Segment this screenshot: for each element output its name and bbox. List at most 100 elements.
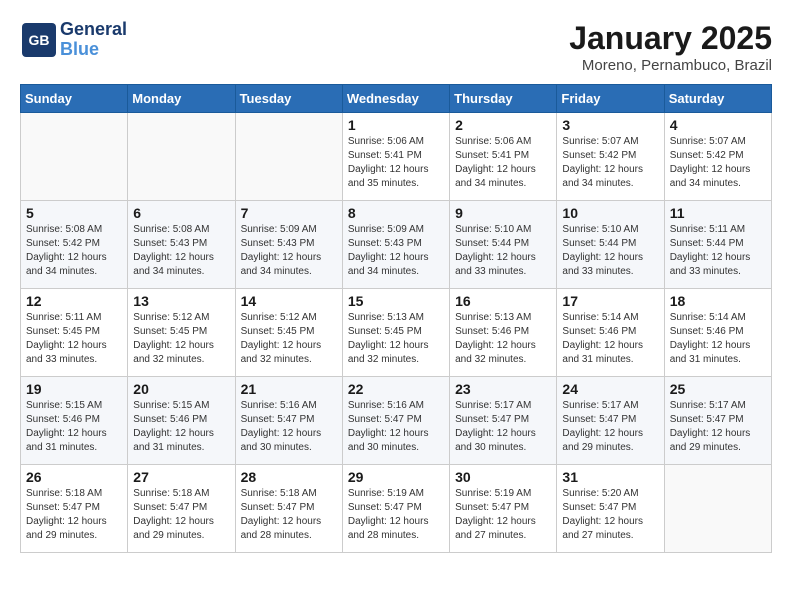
week-row-3: 12Sunrise: 5:11 AM Sunset: 5:45 PM Dayli… bbox=[21, 289, 772, 377]
calendar-header: Sunday Monday Tuesday Wednesday Thursday… bbox=[21, 85, 772, 113]
day-number: 29 bbox=[348, 469, 444, 485]
day-info: Sunrise: 5:10 AM Sunset: 5:44 PM Dayligh… bbox=[562, 223, 658, 279]
day-info: Sunrise: 5:10 AM Sunset: 5:44 PM Dayligh… bbox=[455, 223, 551, 279]
calendar-cell bbox=[128, 113, 235, 201]
calendar-cell: 7 Sunrise: 5:09 AM Sunset: 5:43 PM Daylig… bbox=[235, 201, 342, 289]
calendar-title: January 2025 bbox=[569, 20, 772, 57]
header-sunday: Sunday bbox=[21, 85, 128, 113]
header: GB General Blue January 2025 Moreno, Per… bbox=[20, 20, 772, 74]
calendar-body: 1 Sunrise: 5:06 AM Sunset: 5:41 PM Daylig… bbox=[21, 113, 772, 553]
day-number: 28 bbox=[241, 469, 337, 485]
calendar-cell: 27 Sunrise: 5:18 AM Sunset: 5:47 PM Dayli… bbox=[128, 465, 235, 553]
day-info: Sunrise: 5:14 AM Sunset: 5:46 PM Dayligh… bbox=[562, 311, 658, 367]
header-friday: Friday bbox=[557, 85, 664, 113]
calendar-table: Sunday Monday Tuesday Wednesday Thursday… bbox=[20, 84, 772, 553]
logo-icon: GB bbox=[20, 21, 58, 59]
week-row-2: 5Sunrise: 5:08 AM Sunset: 5:42 PM Daylig… bbox=[21, 201, 772, 289]
day-number: 8 bbox=[348, 205, 444, 221]
calendar-cell: 16 Sunrise: 5:13 AM Sunset: 5:46 PM Dayli… bbox=[450, 289, 557, 377]
week-row-5: 26Sunrise: 5:18 AM Sunset: 5:47 PM Dayli… bbox=[21, 465, 772, 553]
calendar-cell: 18Sunrise: 5:14 AM Sunset: 5:46 PM Dayli… bbox=[664, 289, 771, 377]
day-info: Sunrise: 5:19 AM Sunset: 5:47 PM Dayligh… bbox=[348, 487, 444, 543]
day-number: 25 bbox=[670, 381, 766, 397]
day-number: 17 bbox=[562, 293, 658, 309]
calendar-cell: 3Sunrise: 5:07 AM Sunset: 5:42 PM Daylig… bbox=[557, 113, 664, 201]
logo-line1: General bbox=[60, 20, 127, 40]
day-info: Sunrise: 5:18 AM Sunset: 5:47 PM Dayligh… bbox=[241, 487, 337, 543]
day-number: 1 bbox=[348, 117, 444, 133]
calendar-cell: 5Sunrise: 5:08 AM Sunset: 5:42 PM Daylig… bbox=[21, 201, 128, 289]
svg-text:GB: GB bbox=[29, 32, 50, 48]
calendar-cell: 29 Sunrise: 5:19 AM Sunset: 5:47 PM Dayli… bbox=[342, 465, 449, 553]
header-monday: Monday bbox=[128, 85, 235, 113]
calendar-cell: 2Sunrise: 5:06 AM Sunset: 5:41 PM Daylig… bbox=[450, 113, 557, 201]
calendar-cell: 17 Sunrise: 5:14 AM Sunset: 5:46 PM Dayli… bbox=[557, 289, 664, 377]
day-number: 19 bbox=[26, 381, 122, 397]
calendar-cell: 19 Sunrise: 5:15 AM Sunset: 5:46 PM Dayli… bbox=[21, 377, 128, 465]
day-info: Sunrise: 5:11 AM Sunset: 5:44 PM Dayligh… bbox=[670, 223, 766, 279]
day-number: 6 bbox=[133, 205, 229, 221]
calendar-cell: 14 Sunrise: 5:12 AM Sunset: 5:45 PM Dayli… bbox=[235, 289, 342, 377]
calendar-cell: 28 Sunrise: 5:18 AM Sunset: 5:47 PM Dayli… bbox=[235, 465, 342, 553]
day-number: 10 bbox=[562, 205, 658, 221]
day-info: Sunrise: 5:20 AM Sunset: 5:47 PM Dayligh… bbox=[562, 487, 658, 543]
day-number: 23 bbox=[455, 381, 551, 397]
calendar-cell: 1 Sunrise: 5:06 AM Sunset: 5:41 PM Daylig… bbox=[342, 113, 449, 201]
calendar-cell: 12Sunrise: 5:11 AM Sunset: 5:45 PM Dayli… bbox=[21, 289, 128, 377]
day-info: Sunrise: 5:12 AM Sunset: 5:45 PM Dayligh… bbox=[133, 311, 229, 367]
calendar-cell bbox=[21, 113, 128, 201]
day-number: 14 bbox=[241, 293, 337, 309]
calendar-cell: 31 Sunrise: 5:20 AM Sunset: 5:47 PM Dayli… bbox=[557, 465, 664, 553]
day-number: 4 bbox=[670, 117, 766, 133]
day-info: Sunrise: 5:17 AM Sunset: 5:47 PM Dayligh… bbox=[562, 399, 658, 455]
calendar-cell: 11Sunrise: 5:11 AM Sunset: 5:44 PM Dayli… bbox=[664, 201, 771, 289]
day-info: Sunrise: 5:16 AM Sunset: 5:47 PM Dayligh… bbox=[348, 399, 444, 455]
day-info: Sunrise: 5:18 AM Sunset: 5:47 PM Dayligh… bbox=[26, 487, 122, 543]
calendar-cell: 30 Sunrise: 5:19 AM Sunset: 5:47 PM Dayli… bbox=[450, 465, 557, 553]
calendar-cell: 8 Sunrise: 5:09 AM Sunset: 5:43 PM Daylig… bbox=[342, 201, 449, 289]
day-info: Sunrise: 5:15 AM Sunset: 5:46 PM Dayligh… bbox=[26, 399, 122, 455]
day-number: 31 bbox=[562, 469, 658, 485]
calendar-cell: 25 Sunrise: 5:17 AM Sunset: 5:47 PM Dayli… bbox=[664, 377, 771, 465]
day-info: Sunrise: 5:09 AM Sunset: 5:43 PM Dayligh… bbox=[348, 223, 444, 279]
calendar-cell: 22Sunrise: 5:16 AM Sunset: 5:47 PM Dayli… bbox=[342, 377, 449, 465]
day-info: Sunrise: 5:14 AM Sunset: 5:46 PM Dayligh… bbox=[670, 311, 766, 367]
day-info: Sunrise: 5:17 AM Sunset: 5:47 PM Dayligh… bbox=[455, 399, 551, 455]
day-info: Sunrise: 5:12 AM Sunset: 5:45 PM Dayligh… bbox=[241, 311, 337, 367]
calendar-cell: 13Sunrise: 5:12 AM Sunset: 5:45 PM Dayli… bbox=[128, 289, 235, 377]
calendar-cell: 15Sunrise: 5:13 AM Sunset: 5:45 PM Dayli… bbox=[342, 289, 449, 377]
calendar-cell: 20 Sunrise: 5:15 AM Sunset: 5:46 PM Dayli… bbox=[128, 377, 235, 465]
day-number: 30 bbox=[455, 469, 551, 485]
logo-line2: Blue bbox=[60, 40, 127, 60]
calendar-cell: 4 Sunrise: 5:07 AM Sunset: 5:42 PM Daylig… bbox=[664, 113, 771, 201]
calendar-cell: 23 Sunrise: 5:17 AM Sunset: 5:47 PM Dayli… bbox=[450, 377, 557, 465]
day-number: 9 bbox=[455, 205, 551, 221]
day-number: 16 bbox=[455, 293, 551, 309]
calendar-cell: 24Sunrise: 5:17 AM Sunset: 5:47 PM Dayli… bbox=[557, 377, 664, 465]
calendar-cell: 10 Sunrise: 5:10 AM Sunset: 5:44 PM Dayli… bbox=[557, 201, 664, 289]
week-row-4: 19 Sunrise: 5:15 AM Sunset: 5:46 PM Dayli… bbox=[21, 377, 772, 465]
day-info: Sunrise: 5:15 AM Sunset: 5:46 PM Dayligh… bbox=[133, 399, 229, 455]
day-info: Sunrise: 5:18 AM Sunset: 5:47 PM Dayligh… bbox=[133, 487, 229, 543]
day-number: 27 bbox=[133, 469, 229, 485]
header-thursday: Thursday bbox=[450, 85, 557, 113]
calendar-cell bbox=[664, 465, 771, 553]
day-info: Sunrise: 5:17 AM Sunset: 5:47 PM Dayligh… bbox=[670, 399, 766, 455]
header-tuesday: Tuesday bbox=[235, 85, 342, 113]
day-info: Sunrise: 5:08 AM Sunset: 5:43 PM Dayligh… bbox=[133, 223, 229, 279]
day-info: Sunrise: 5:07 AM Sunset: 5:42 PM Dayligh… bbox=[670, 135, 766, 191]
calendar-subtitle: Moreno, Pernambuco, Brazil bbox=[569, 57, 772, 74]
day-info: Sunrise: 5:09 AM Sunset: 5:43 PM Dayligh… bbox=[241, 223, 337, 279]
day-number: 20 bbox=[133, 381, 229, 397]
calendar-cell: 9 Sunrise: 5:10 AM Sunset: 5:44 PM Daylig… bbox=[450, 201, 557, 289]
day-number: 12 bbox=[26, 293, 122, 309]
week-row-1: 1 Sunrise: 5:06 AM Sunset: 5:41 PM Daylig… bbox=[21, 113, 772, 201]
day-number: 7 bbox=[241, 205, 337, 221]
title-section: January 2025 Moreno, Pernambuco, Brazil bbox=[569, 20, 772, 74]
calendar-cell: 26Sunrise: 5:18 AM Sunset: 5:47 PM Dayli… bbox=[21, 465, 128, 553]
day-info: Sunrise: 5:19 AM Sunset: 5:47 PM Dayligh… bbox=[455, 487, 551, 543]
day-info: Sunrise: 5:06 AM Sunset: 5:41 PM Dayligh… bbox=[455, 135, 551, 191]
day-info: Sunrise: 5:13 AM Sunset: 5:46 PM Dayligh… bbox=[455, 311, 551, 367]
day-info: Sunrise: 5:06 AM Sunset: 5:41 PM Dayligh… bbox=[348, 135, 444, 191]
header-saturday: Saturday bbox=[664, 85, 771, 113]
